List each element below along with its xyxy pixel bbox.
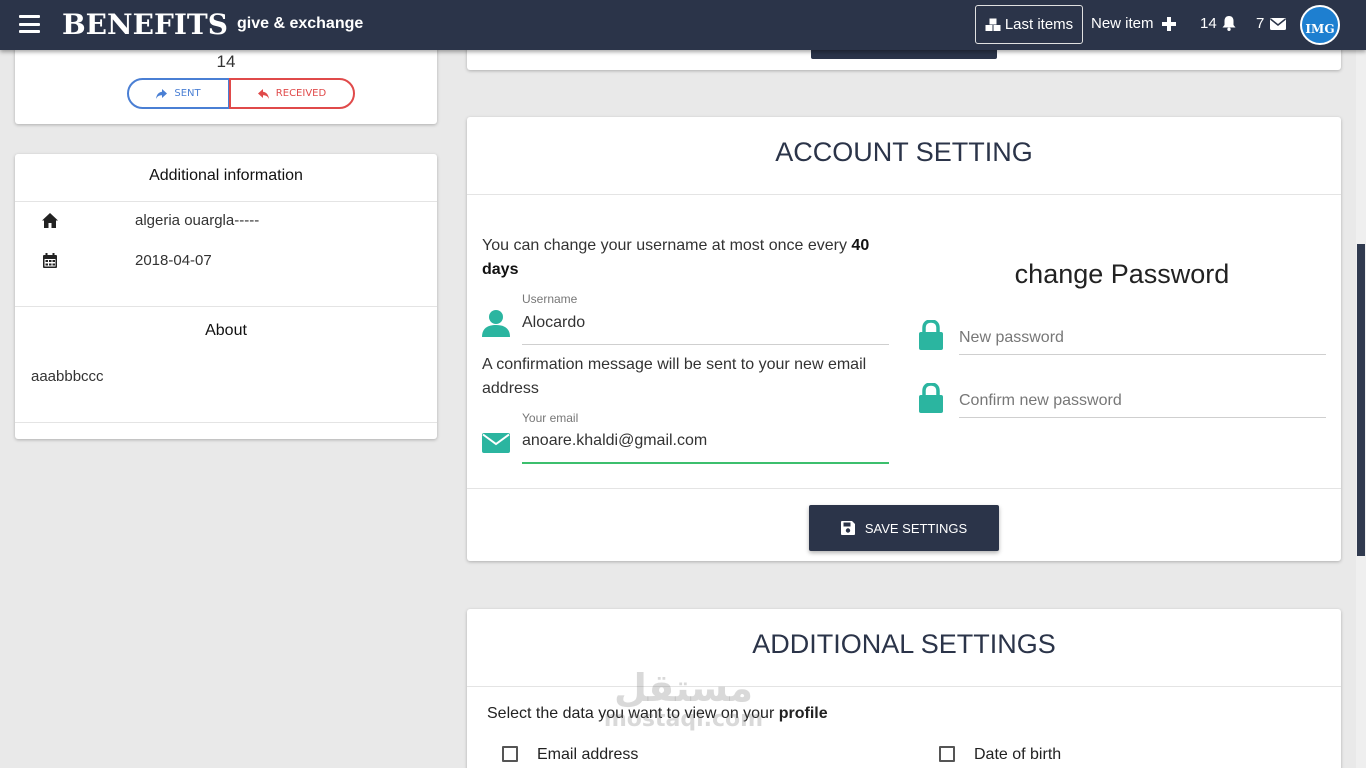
notifications-button[interactable]: 14 [1200, 15, 1236, 32]
scrollbar-thumb[interactable] [1357, 244, 1365, 556]
items-count: 14 [216, 52, 236, 71]
date-of-birth-checkbox[interactable] [939, 746, 955, 762]
divider [467, 488, 1341, 489]
envelope-icon [1270, 17, 1287, 30]
email-note: A confirmation message will be sent to y… [482, 356, 867, 397]
email-address-checkbox[interactable] [502, 746, 518, 762]
notifications-count: 14 [1200, 15, 1217, 32]
share-icon [156, 88, 168, 99]
received-button[interactable]: RECEIVED [229, 78, 355, 109]
account-setting-card: ACCOUNT SETTING You can change your user… [467, 117, 1341, 561]
location-row: algeria ouargla----- [15, 210, 437, 234]
lock-icon [919, 320, 943, 350]
new-item-label: New item [1091, 15, 1154, 32]
email-underline [522, 462, 889, 464]
previous-save-button[interactable] [811, 50, 997, 59]
additional-settings-card: ADDITIONAL SETTINGS Select the data you … [467, 609, 1341, 768]
select-data-note: Select the data you want to view on your… [487, 705, 828, 723]
profile-card: 14 SENT RECEIVED [15, 44, 437, 124]
messages-button[interactable]: 7 [1256, 15, 1287, 32]
divider [15, 422, 437, 423]
plus-icon [1161, 16, 1176, 31]
home-icon [42, 213, 58, 228]
lock-icon [919, 383, 943, 413]
messages-count: 7 [1256, 15, 1265, 32]
last-items-label: Last items [1004, 16, 1074, 33]
page-scrollbar[interactable] [1356, 50, 1366, 768]
user-icon [482, 310, 510, 337]
date-value: 2018-04-07 [135, 252, 212, 269]
select-note-text: Select the data you want to view on your [487, 705, 775, 722]
site-logo[interactable]: BENEFITS [62, 8, 228, 41]
save-settings-label: SAVE SETTINGS [864, 520, 968, 536]
location-value: algeria ouargla----- [135, 212, 260, 229]
divider [467, 194, 1341, 195]
sent-button[interactable]: SENT [127, 78, 230, 109]
user-avatar[interactable]: IMG [1300, 5, 1340, 45]
username-label: Username [522, 292, 578, 306]
email-label: Your email [522, 411, 579, 425]
username-input[interactable]: Alocardo [522, 314, 585, 332]
date-of-birth-checkbox-label[interactable]: Date of birth [974, 746, 1061, 764]
additional-info-title: Additional information [15, 154, 437, 202]
site-tagline: give & exchange [237, 15, 364, 32]
email-address-checkbox-label[interactable]: Email address [537, 746, 638, 764]
date-row: 2018-04-07 [15, 250, 437, 274]
about-text: aaabbbccc [31, 368, 104, 385]
new-password-input[interactable]: New password [959, 329, 1064, 347]
reply-icon [257, 88, 269, 99]
email-input[interactable]: anoare.khaldi@gmail.com [522, 432, 707, 450]
additional-settings-title: ADDITIONAL SETTINGS [752, 629, 1056, 659]
change-password-title: change Password [1014, 259, 1230, 289]
username-note: You can change your username at most onc… [482, 234, 892, 282]
bell-icon [1222, 16, 1236, 31]
menu-icon[interactable] [19, 15, 40, 33]
new-item-button[interactable]: New item [1091, 15, 1176, 32]
divider [15, 306, 437, 307]
select-note-bold: profile [778, 705, 828, 722]
username-underline [522, 344, 889, 345]
envelope-icon [482, 433, 510, 453]
cubes-icon [985, 18, 1001, 31]
received-label: RECEIVED [275, 88, 327, 99]
confirm-password-underline [959, 417, 1326, 418]
username-note-text: You can change your username at most onc… [482, 237, 847, 254]
save-settings-button[interactable]: SAVE SETTINGS [809, 505, 999, 551]
sent-label: SENT [174, 88, 201, 99]
confirm-password-input[interactable]: Confirm new password [959, 392, 1122, 410]
new-password-underline [959, 354, 1326, 355]
last-items-button[interactable]: Last items [975, 5, 1083, 44]
save-icon [840, 521, 855, 535]
avatar-text: IMG [1305, 22, 1335, 36]
about-title: About [205, 322, 247, 339]
top-navbar: BENEFITS give & exchange Last items New … [0, 0, 1366, 50]
account-setting-title: ACCOUNT SETTING [775, 137, 1033, 167]
divider [467, 686, 1341, 687]
calendar-icon [43, 253, 57, 268]
additional-info-card: Additional information algeria ouargla--… [15, 154, 437, 439]
